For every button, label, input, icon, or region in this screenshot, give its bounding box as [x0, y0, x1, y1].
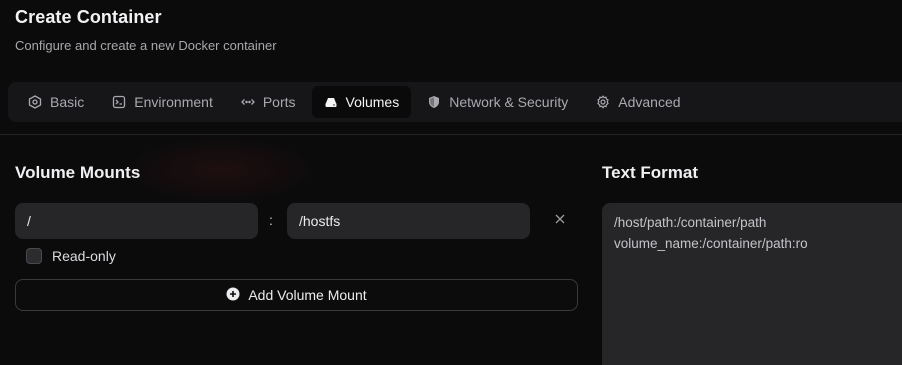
environment-icon: [112, 95, 126, 109]
page-header: Create Container Configure and create a …: [15, 7, 277, 53]
tab-ports[interactable]: Ports: [229, 86, 308, 118]
close-icon: [555, 211, 565, 229]
tab-label: Environment: [134, 94, 213, 110]
page-subtitle: Configure and create a new Docker contai…: [15, 38, 277, 53]
remove-mount-button[interactable]: [551, 211, 569, 229]
add-volume-mount-button[interactable]: Add Volume Mount: [15, 279, 578, 311]
volume-mounts-title: Volume Mounts: [15, 163, 141, 182]
tab-label: Ports: [262, 94, 296, 110]
page-title: Create Container: [15, 7, 162, 27]
placeholder-line: volume_name:/container/path:ro: [614, 236, 808, 251]
tab-advanced[interactable]: Advanced: [584, 86, 692, 118]
ports-icon: [240, 95, 255, 109]
tab-label: Volumes: [345, 94, 400, 110]
container-path-input[interactable]: [287, 203, 530, 239]
tab-label: Advanced: [618, 94, 681, 110]
volumes-icon: [324, 95, 338, 109]
path-separator: :: [269, 212, 273, 228]
add-volume-mount-label: Add Volume Mount: [248, 287, 367, 303]
tab-label: Basic: [50, 94, 85, 110]
tab-basic[interactable]: Basic: [16, 86, 96, 118]
divider: [0, 134, 902, 135]
basic-icon: [28, 95, 42, 109]
tab-label: Network & Security: [449, 94, 569, 110]
tab-volumes[interactable]: Volumes: [311, 86, 412, 118]
placeholder-line: /host/path:/container/path: [614, 215, 767, 230]
plus-circle-icon: [226, 287, 240, 304]
host-path-input[interactable]: [15, 203, 258, 239]
text-format-title: Text Format: [602, 163, 699, 182]
text-format-textarea[interactable]: /host/path:/container/path volume_name:/…: [602, 203, 902, 365]
read-only-checkbox[interactable]: [26, 248, 42, 264]
shield-icon: [427, 95, 441, 109]
tab-environment[interactable]: Environment: [100, 86, 225, 118]
read-only-label: Read-only: [52, 248, 116, 264]
gear-icon: [596, 95, 610, 109]
read-only-option: Read-only: [26, 248, 116, 264]
tab-bar: Basic Environment Ports Volumes Network …: [8, 82, 902, 122]
background-glow: [120, 135, 320, 205]
tab-network-security[interactable]: Network & Security: [415, 86, 580, 118]
